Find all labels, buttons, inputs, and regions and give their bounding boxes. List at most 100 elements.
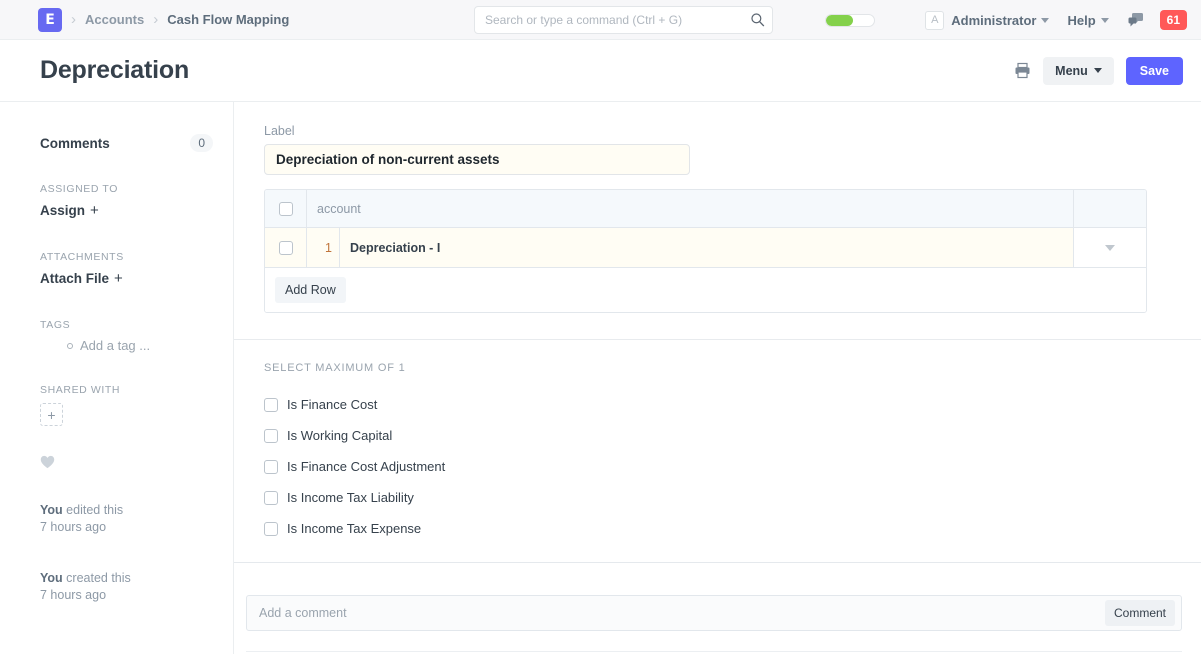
history-edited-when: 7 hours ago: [40, 520, 107, 535]
row-select-checkbox[interactable]: [278, 240, 293, 255]
accounts-grid: account 1 Depreciation - I Add Row: [264, 189, 1147, 313]
printer-icon[interactable]: [1014, 62, 1031, 79]
add-tag-label: Add a tag ...: [80, 338, 151, 353]
select-all-checkbox[interactable]: [278, 201, 293, 216]
breadcrumb-separator-1: ›: [71, 11, 76, 28]
grid-row-select-cell: [265, 228, 307, 267]
shared-with-section: Shared With +: [40, 384, 213, 426]
is-income-tax-expense-checkbox[interactable]: [264, 521, 278, 536]
app-logo[interactable]: E: [38, 7, 62, 32]
help-menu-label: Help: [1067, 12, 1096, 28]
sidebar: Comments 0 Assigned To Assign + Attachme…: [0, 102, 234, 654]
history-entry-edited: You edited this 7 hours ago: [40, 502, 213, 537]
comment-box: Comment: [246, 595, 1182, 631]
is-finance-cost-checkbox[interactable]: [264, 397, 278, 412]
add-share-button[interactable]: +: [40, 403, 63, 426]
history-created-when: 7 hours ago: [40, 587, 107, 602]
shared-with-label: Shared With: [40, 384, 121, 396]
history-created-who: You: [40, 570, 63, 585]
comments-label: Comments: [40, 135, 110, 151]
option-is-working-capital[interactable]: Is Working Capital: [264, 428, 1171, 443]
chevron-down-icon: [1093, 68, 1102, 73]
comment-area: Comment: [234, 563, 1201, 652]
breadcrumb-separator-2: ›: [153, 11, 159, 28]
grid-row-index: 1: [307, 228, 340, 267]
top-navbar: E › Accounts › Cash Flow Mapping A Admin…: [0, 0, 1201, 40]
attachments-label: Attachments: [40, 251, 124, 263]
chevron-down-icon: [1100, 17, 1109, 23]
heart-icon[interactable]: [40, 455, 55, 469]
help-menu[interactable]: Help: [1067, 12, 1109, 28]
option-is-finance-cost-adjustment[interactable]: Is Finance Cost Adjustment: [264, 459, 1171, 474]
label-input[interactable]: [264, 144, 690, 175]
navbar-right-cluster: A Administrator Help 61: [825, 0, 1187, 40]
tag-circle-icon: [67, 342, 73, 349]
assigned-to-section: Assigned To Assign +: [40, 183, 213, 220]
options-section: Select Maximum of 1 Is Finance Cost Is W…: [234, 339, 1201, 562]
is-working-capital-checkbox[interactable]: [264, 428, 278, 443]
grid-header-action-cell: [1074, 190, 1146, 227]
comment-submit-button[interactable]: Comment: [1104, 600, 1175, 626]
breadcrumb-cash-flow-mapping[interactable]: Cash Flow Mapping: [167, 12, 289, 27]
user-menu-label: Administrator: [951, 12, 1037, 28]
search-input[interactable]: [474, 6, 773, 34]
save-button[interactable]: Save: [1125, 56, 1183, 85]
is-finance-cost-label: Is Finance Cost: [287, 397, 378, 412]
plus-icon: +: [90, 202, 99, 219]
select-maximum-caption: Select Maximum of 1: [264, 362, 406, 374]
assigned-to-label: Assigned To: [40, 183, 118, 195]
chevron-down-icon: [1041, 17, 1050, 23]
attach-file-button[interactable]: Attach File +: [40, 270, 123, 287]
menu-button-label: Menu: [1055, 63, 1088, 78]
is-finance-cost-adjustment-label: Is Finance Cost Adjustment: [287, 459, 446, 474]
history-edited-line: You edited this: [40, 502, 213, 519]
form-card: Label account: [234, 102, 1201, 563]
label-field-label: Label: [264, 124, 295, 138]
page-header: Depreciation Menu Save: [0, 40, 1201, 102]
tags-section: Tags Add a tag ...: [40, 319, 213, 353]
sidebar-comments-row[interactable]: Comments 0: [40, 134, 213, 152]
is-working-capital-label: Is Working Capital: [287, 428, 393, 443]
chevron-down-icon[interactable]: [1105, 244, 1115, 251]
comments-count-badge: 0: [190, 134, 213, 152]
grid-cell-account-value: Depreciation - I: [350, 240, 441, 255]
attachments-section: Attachments Attach File +: [40, 251, 213, 288]
grid-column-account: account: [307, 190, 1074, 227]
history-created-what: created this: [62, 570, 131, 585]
add-tag-button[interactable]: Add a tag ...: [40, 338, 213, 353]
plus-icon: +: [114, 270, 123, 287]
grid-column-account-label: account: [317, 201, 361, 216]
is-finance-cost-adjustment-checkbox[interactable]: [264, 459, 278, 474]
grid-select-all-cell: [265, 190, 307, 227]
menu-button[interactable]: Menu: [1043, 56, 1114, 85]
chat-bubbles-icon[interactable]: [1127, 11, 1145, 29]
avatar[interactable]: A: [925, 10, 945, 30]
history-edited-what: edited this: [62, 503, 124, 517]
comment-input[interactable]: [259, 606, 1105, 620]
page-body: Comments 0 Assigned To Assign + Attachme…: [0, 102, 1201, 654]
comment-divider: [246, 651, 1182, 652]
tags-label: Tags: [40, 319, 71, 331]
add-row-button[interactable]: Add Row: [275, 277, 346, 303]
label-and-grid-section: Label account: [234, 102, 1201, 339]
option-is-income-tax-liability[interactable]: Is Income Tax Liability: [264, 490, 1171, 505]
option-is-finance-cost[interactable]: Is Finance Cost: [264, 397, 1171, 412]
main-content: Label account: [234, 102, 1201, 654]
assign-button[interactable]: Assign +: [40, 202, 99, 219]
option-is-income-tax-expense[interactable]: Is Income Tax Expense: [264, 521, 1171, 536]
user-menu[interactable]: Administrator: [951, 12, 1050, 28]
history-entry-created: You created this 7 hours ago: [40, 570, 213, 605]
history-edited-who: You: [40, 503, 63, 517]
grid-footer: Add Row: [265, 268, 1146, 312]
history-created-line: You created this: [40, 570, 213, 587]
breadcrumb-accounts[interactable]: Accounts: [85, 12, 144, 27]
grid-cell-account[interactable]: Depreciation - I: [340, 228, 1074, 267]
is-income-tax-liability-checkbox[interactable]: [264, 490, 278, 505]
progress-indicator[interactable]: [825, 13, 876, 27]
page-header-actions: Menu Save: [1014, 56, 1183, 85]
table-row[interactable]: 1 Depreciation - I: [265, 228, 1146, 268]
page-title: Depreciation: [40, 56, 190, 84]
global-search: [474, 6, 773, 34]
notification-badge[interactable]: 61: [1159, 9, 1187, 31]
grid-row-menu-cell[interactable]: [1074, 228, 1146, 267]
